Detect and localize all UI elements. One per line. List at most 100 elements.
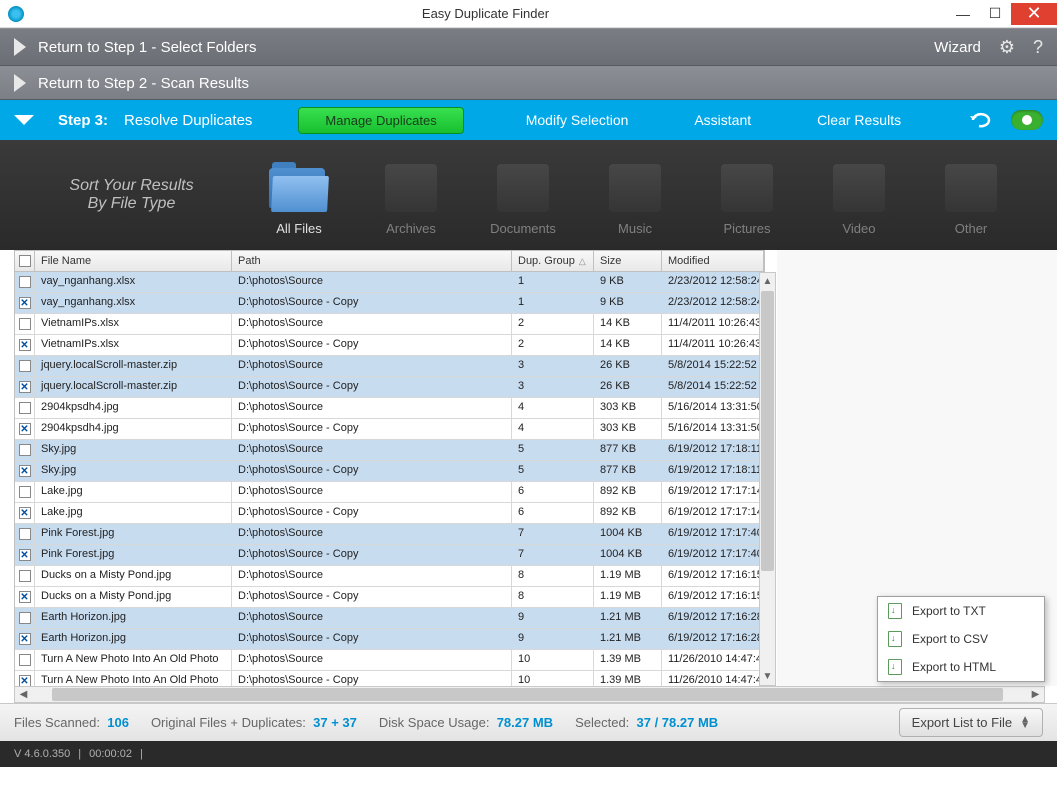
- table-row[interactable]: ✕Sky.jpgD:\photos\Source - Copy5877 KB6/…: [15, 461, 764, 482]
- column-group[interactable]: Dup. Group△: [512, 251, 594, 271]
- chevron-down-icon[interactable]: [14, 115, 34, 125]
- export-option[interactable]: Export to CSV: [878, 625, 1044, 653]
- table-row[interactable]: Pink Forest.jpgD:\photos\Source71004 KB6…: [15, 524, 764, 545]
- cell-size: 1.19 MB: [594, 566, 662, 586]
- row-checkbox[interactable]: [19, 444, 31, 456]
- cell-size: 1.39 MB: [594, 650, 662, 670]
- type-all-files[interactable]: All Files: [243, 155, 355, 236]
- cell-modified: 5/16/2014 13:31:50: [662, 419, 764, 439]
- cell-path: D:\photos\Source - Copy: [232, 629, 512, 649]
- table-row[interactable]: ✕Lake.jpgD:\photos\Source - Copy6892 KB6…: [15, 503, 764, 524]
- type-music[interactable]: Music: [579, 155, 691, 236]
- row-checkbox[interactable]: [19, 528, 31, 540]
- table-row[interactable]: 2904kpsdh4.jpgD:\photos\Source4303 KB5/1…: [15, 398, 764, 419]
- table-row[interactable]: Turn A New Photo Into An Old PhotoD:\pho…: [15, 650, 764, 671]
- row-checkbox[interactable]: [19, 570, 31, 582]
- cell-group: 6: [512, 503, 594, 523]
- table-row[interactable]: Sky.jpgD:\photos\Source5877 KB6/19/2012 …: [15, 440, 764, 461]
- header-checkbox[interactable]: [15, 251, 35, 271]
- table-row[interactable]: ✕jquery.localScroll-master.zipD:\photos\…: [15, 377, 764, 398]
- row-checkbox[interactable]: [19, 402, 31, 414]
- row-checkbox[interactable]: [19, 318, 31, 330]
- clear-results-button[interactable]: Clear Results: [817, 112, 901, 128]
- table-row[interactable]: jquery.localScroll-master.zipD:\photos\S…: [15, 356, 764, 377]
- table-row[interactable]: ✕Turn A New Photo Into An Old PhotoD:\ph…: [15, 671, 764, 686]
- wizard-label[interactable]: Wizard: [934, 39, 981, 56]
- row-checkbox[interactable]: ✕: [19, 381, 31, 393]
- help-icon[interactable]: ?: [1033, 37, 1043, 58]
- row-checkbox[interactable]: [19, 612, 31, 624]
- maximize-button[interactable]: ☐: [979, 3, 1011, 25]
- column-filename[interactable]: File Name: [35, 251, 232, 271]
- undo-icon[interactable]: [967, 111, 995, 129]
- cell-path: D:\photos\Source: [232, 482, 512, 502]
- cell-size: 1004 KB: [594, 524, 662, 544]
- cell-size: 14 KB: [594, 335, 662, 355]
- modify-selection-button[interactable]: Modify Selection: [526, 112, 629, 128]
- type-video[interactable]: Video: [803, 155, 915, 236]
- assistant-button[interactable]: Assistant: [694, 112, 751, 128]
- table-row[interactable]: ✕Pink Forest.jpgD:\photos\Source - Copy7…: [15, 545, 764, 566]
- table-row[interactable]: Earth Horizon.jpgD:\photos\Source91.21 M…: [15, 608, 764, 629]
- row-checkbox[interactable]: [19, 654, 31, 666]
- export-option[interactable]: Export to TXT: [878, 597, 1044, 625]
- row-checkbox[interactable]: ✕: [19, 339, 31, 351]
- export-option[interactable]: Export to HTML: [878, 653, 1044, 681]
- document-icon: [888, 603, 902, 619]
- table-row[interactable]: ✕Earth Horizon.jpgD:\photos\Source - Cop…: [15, 629, 764, 650]
- horizontal-scrollbar[interactable]: ◀ ▶: [14, 686, 1045, 703]
- play-icon: [14, 38, 26, 56]
- disc-button[interactable]: [1011, 110, 1043, 130]
- table-row[interactable]: vay_nganhang.xlsxD:\photos\Source19 KB2/…: [15, 272, 764, 293]
- cell-group: 9: [512, 608, 594, 628]
- cell-modified: 11/4/2011 10:26:43: [662, 314, 764, 334]
- column-modified[interactable]: Modified: [662, 251, 764, 271]
- table-row[interactable]: VietnamIPs.xlsxD:\photos\Source214 KB11/…: [15, 314, 764, 335]
- gear-icon[interactable]: ⚙: [999, 37, 1015, 58]
- close-button[interactable]: ✕: [1011, 3, 1057, 25]
- cell-modified: 5/8/2014 15:22:52: [662, 356, 764, 376]
- cell-modified: 6/19/2012 17:17:40: [662, 545, 764, 565]
- type-label: Archives: [355, 221, 467, 236]
- table-row[interactable]: ✕Ducks on a Misty Pond.jpgD:\photos\Sour…: [15, 587, 764, 608]
- cell-path: D:\photos\Source - Copy: [232, 377, 512, 397]
- row-checkbox[interactable]: ✕: [19, 549, 31, 561]
- row-checkbox[interactable]: ✕: [19, 507, 31, 519]
- row-checkbox[interactable]: ✕: [19, 297, 31, 309]
- manage-duplicates-button[interactable]: Manage Duplicates: [298, 107, 463, 134]
- table-row[interactable]: ✕2904kpsdh4.jpgD:\photos\Source - Copy43…: [15, 419, 764, 440]
- type-pictures[interactable]: Pictures: [691, 155, 803, 236]
- nav-step1[interactable]: Return to Step 1 - Select Folders Wizard…: [0, 28, 1057, 66]
- type-archives[interactable]: Archives: [355, 155, 467, 236]
- row-checkbox[interactable]: ✕: [19, 675, 31, 686]
- table-row[interactable]: Ducks on a Misty Pond.jpgD:\photos\Sourc…: [15, 566, 764, 587]
- row-checkbox[interactable]: [19, 360, 31, 372]
- cell-group: 4: [512, 398, 594, 418]
- row-checkbox[interactable]: [19, 486, 31, 498]
- row-checkbox[interactable]: [19, 276, 31, 288]
- type-documents[interactable]: Documents: [467, 155, 579, 236]
- table-row[interactable]: ✕vay_nganhang.xlsxD:\photos\Source - Cop…: [15, 293, 764, 314]
- type-other[interactable]: Other: [915, 155, 1027, 236]
- cell-path: D:\photos\Source - Copy: [232, 545, 512, 565]
- column-path[interactable]: Path: [232, 251, 512, 271]
- minimize-button[interactable]: —: [947, 3, 979, 25]
- export-list-button[interactable]: Export List to File ▲▼: [899, 708, 1043, 737]
- nav-step2[interactable]: Return to Step 2 - Scan Results: [0, 66, 1057, 100]
- cell-group: 9: [512, 629, 594, 649]
- cell-filename: Lake.jpg: [35, 482, 232, 502]
- cell-group: 2: [512, 335, 594, 355]
- vertical-scrollbar[interactable]: ▲ ▼: [759, 272, 776, 686]
- table-row[interactable]: ✕VietnamIPs.xlsxD:\photos\Source - Copy2…: [15, 335, 764, 356]
- table-row[interactable]: Lake.jpgD:\photos\Source6892 KB6/19/2012…: [15, 482, 764, 503]
- disk-value: 78.27 MB: [497, 715, 553, 730]
- cell-path: D:\photos\Source - Copy: [232, 671, 512, 686]
- row-checkbox[interactable]: ✕: [19, 465, 31, 477]
- column-size[interactable]: Size: [594, 251, 662, 271]
- cell-modified: 6/19/2012 17:16:15: [662, 566, 764, 586]
- row-checkbox[interactable]: ✕: [19, 633, 31, 645]
- row-checkbox[interactable]: ✕: [19, 423, 31, 435]
- cell-modified: 2/23/2012 12:58:24: [662, 272, 764, 292]
- row-checkbox[interactable]: ✕: [19, 591, 31, 603]
- cell-filename: vay_nganhang.xlsx: [35, 272, 232, 292]
